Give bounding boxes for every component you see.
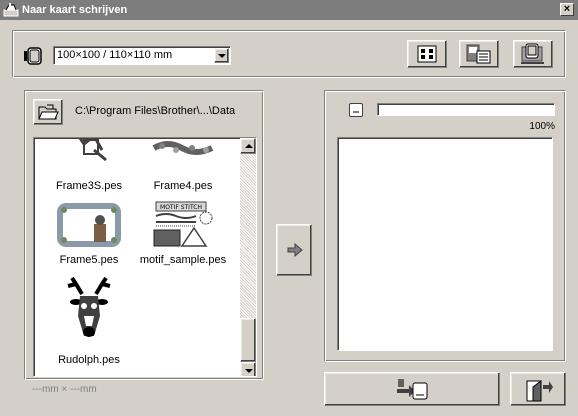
- open-folder-icon: [38, 104, 59, 120]
- write-to-card-button[interactable]: [324, 372, 500, 406]
- chevron-down-icon: [218, 54, 226, 58]
- file-name: Rudolph.pes: [58, 354, 120, 366]
- reindeer-design-icon: [67, 276, 111, 337]
- layout-view-button[interactable]: [407, 40, 447, 68]
- scroll-up-icon: [245, 144, 253, 148]
- file-list-scrollbar[interactable]: [240, 138, 256, 376]
- transfer-button[interactable]: [276, 224, 312, 276]
- card-size-dropdown-button[interactable]: [214, 48, 229, 63]
- list-item[interactable]: Rudolph.pes: [44, 276, 134, 366]
- card-reader-button[interactable]: [513, 40, 553, 68]
- browse-folder-button[interactable]: [33, 99, 63, 125]
- write-to-card-window: Naar kaart schrijven × 100×100 / 110×110…: [0, 0, 578, 416]
- right-arrow-icon: [287, 243, 303, 257]
- exit-button[interactable]: [510, 372, 566, 406]
- design-dimensions: ---mm × ---mm: [32, 384, 97, 395]
- file-list[interactable]: Frame3S.pes Frame4.pes Frame5.pes MOTIF …: [33, 137, 257, 377]
- folder-path: C:\Program Files\Brother\...\Data: [75, 105, 236, 117]
- list-item[interactable]: Frame3S.pes: [44, 138, 134, 192]
- file-browser-panel: C:\Program Files\Brother\...\Data Frame3…: [24, 90, 264, 380]
- card-usage-percent: 100%: [529, 121, 555, 132]
- scroll-down-icon: [245, 369, 253, 373]
- app-icon: [3, 3, 19, 17]
- file-name: Frame3S.pes: [55, 180, 123, 192]
- motif-design-icon: MOTIF STITCH: [153, 201, 213, 247]
- card-usage-fill: [379, 105, 553, 114]
- card-contents-list[interactable]: [337, 137, 553, 351]
- card-contents-button[interactable]: [459, 40, 499, 68]
- exit-door-icon: [526, 380, 553, 402]
- layout-grid-icon: [417, 45, 437, 63]
- frame-design-icon: [57, 203, 121, 247]
- file-name: Frame4.pes: [153, 180, 213, 192]
- close-button[interactable]: ×: [560, 3, 574, 16]
- card-usage-bar: [377, 103, 555, 116]
- write-to-card-icon: [397, 379, 428, 400]
- card-icon: [24, 47, 42, 65]
- card-size-panel: 100×100 / 110×110 mm: [12, 30, 566, 78]
- scroll-down-button[interactable]: [240, 362, 256, 376]
- window-title: Naar kaart schrijven: [22, 4, 128, 16]
- scroll-thumb[interactable]: [240, 318, 256, 362]
- card-small-icon: [349, 103, 363, 117]
- frame-design-icon: [78, 138, 107, 162]
- list-item[interactable]: Frame5.pes: [44, 200, 134, 266]
- card-size-select[interactable]: 100×100 / 110×110 mm: [53, 46, 231, 65]
- card-contents-panel: 100%: [324, 90, 566, 362]
- file-name: Frame5.pes: [59, 254, 119, 266]
- card-list-icon: [466, 44, 491, 64]
- card-size-value: 100×100 / 110×110 mm: [57, 49, 173, 61]
- title-bar: Naar kaart schrijven ×: [0, 0, 578, 20]
- svg-text:MOTIF STITCH: MOTIF STITCH: [160, 204, 202, 211]
- card-reader-icon: [521, 43, 544, 64]
- file-name: motif_sample.pes: [139, 254, 227, 266]
- list-item[interactable]: MOTIF STITCH motif_sample.pes: [138, 200, 228, 266]
- scroll-up-button[interactable]: [240, 138, 256, 154]
- frame-design-icon: [152, 141, 214, 155]
- list-item[interactable]: Frame4.pes: [138, 138, 228, 192]
